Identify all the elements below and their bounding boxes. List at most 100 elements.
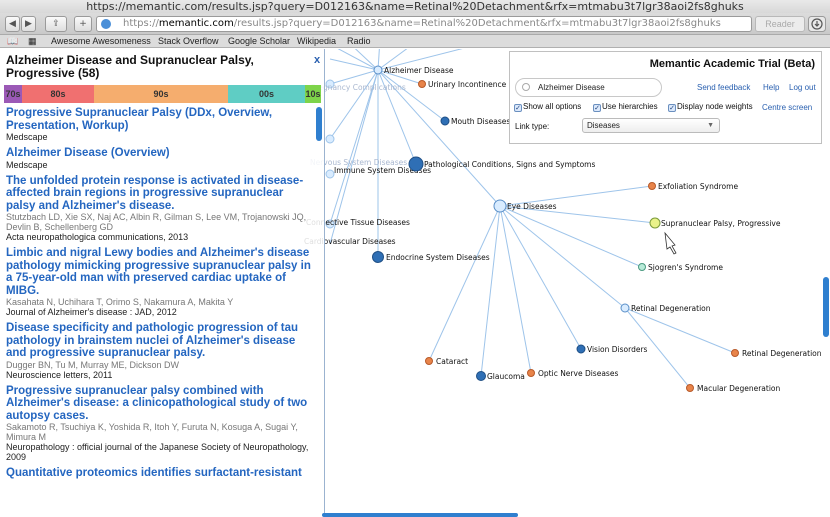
graph-node[interactable]	[372, 251, 384, 263]
page-horizontal-scrollbar[interactable]	[322, 513, 518, 517]
checkbox-label: Show all options	[523, 102, 582, 111]
result-item: Progressive supranuclear palsy combined …	[6, 385, 311, 463]
graph-node-label: Vision Disorders	[587, 345, 648, 354]
result-source: Medscape	[6, 132, 48, 142]
result-item: Quantitative proteomics identifies surfa…	[6, 467, 311, 480]
bookmark-item[interactable]: Awesome Awesomeness	[51, 35, 151, 48]
result-title-link[interactable]: Alzheimer Disease (Overview)	[6, 147, 311, 160]
graph-node[interactable]	[493, 199, 507, 213]
results-panel: Alzheimer Disease and Supranuclear Palsy…	[0, 49, 325, 517]
reading-list-icon[interactable]: 📖	[7, 35, 18, 48]
graph-node-label: Cataract	[436, 357, 468, 366]
graph-node-label: Pathological Conditions, Signs and Sympt…	[424, 160, 595, 169]
result-title-link[interactable]: The unfolded protein response is activat…	[6, 175, 311, 213]
result-title-link[interactable]: Disease specificity and pathologic progr…	[6, 322, 311, 360]
graph-node[interactable]	[408, 156, 424, 172]
result-item: Limbic and nigral Lewy bodies and Alzhei…	[6, 247, 311, 317]
close-icon[interactable]: x	[314, 54, 320, 66]
graph-node[interactable]	[620, 303, 630, 313]
graph-node[interactable]	[731, 349, 739, 357]
graph-node[interactable]	[686, 384, 694, 392]
result-source: Acta neuropathologica communications, 20…	[6, 232, 189, 242]
bookmark-item[interactable]: Radio	[347, 35, 371, 48]
mouse-cursor-icon	[664, 231, 677, 255]
share-icon[interactable]: ⇪	[45, 16, 67, 32]
result-authors: Sakamoto R, Tsuchiya K, Yoshida R, Itoh …	[6, 422, 298, 442]
graph-node-label: Eye Diseases	[507, 202, 557, 211]
graph-node[interactable]	[576, 344, 586, 354]
graph-node[interactable]	[648, 182, 656, 190]
checkmark-icon: ✓	[668, 104, 676, 112]
graph-node[interactable]	[373, 65, 383, 75]
url-path: /results.jsp?query=D012163&name=Retinal%…	[233, 18, 721, 29]
send-feedback-link[interactable]: Send feedback	[697, 83, 750, 92]
page-vertical-scrollbar[interactable]	[823, 277, 829, 337]
graph-node[interactable]	[425, 357, 433, 365]
graph-node-label: Urinary Incontinence	[428, 80, 507, 89]
result-title-link[interactable]: Limbic and nigral Lewy bodies and Alzhei…	[6, 247, 311, 297]
use-hierarchies-checkbox[interactable]: ✓ Use hierarchies	[593, 102, 658, 112]
decade-filter-bar: 70s 80s 90s 00s 10s	[4, 85, 321, 103]
link-type-label: Link type:	[515, 122, 550, 131]
graph-node[interactable]	[527, 369, 535, 377]
results-scrollbar[interactable]	[316, 107, 322, 141]
address-bar[interactable]: https://memantic.com/results.jsp?query=D…	[96, 16, 752, 32]
bookmark-item[interactable]: Stack Overflow	[158, 35, 219, 48]
graph-node-label: Supranuclear Palsy, Progressive	[661, 219, 781, 228]
result-item: Alzheimer Disease (Overview) Medscape	[6, 147, 311, 170]
control-panel: Memantic Academic Trial (Beta) Alzheimer…	[509, 51, 822, 144]
graph-node[interactable]	[418, 80, 426, 88]
results-title: Alzheimer Disease and Supranuclear Palsy…	[6, 53, 254, 80]
graph-node-label: Alzheimer Disease	[384, 66, 454, 75]
graph-node[interactable]	[638, 263, 646, 271]
graph-node[interactable]	[476, 371, 486, 381]
centre-screen-link[interactable]: Centre screen	[762, 103, 812, 112]
bookmark-item[interactable]: Google Scholar	[228, 35, 290, 48]
decade-segment[interactable]: 10s	[305, 85, 321, 103]
graph-node-label: Mouth Diseases	[451, 117, 510, 126]
top-sites-icon[interactable]: ▦	[28, 35, 37, 48]
logout-link[interactable]: Log out	[789, 83, 816, 92]
result-item: Progressive Supranuclear Palsy (DDx, Ove…	[6, 107, 311, 142]
download-icon[interactable]	[808, 16, 826, 32]
back-icon[interactable]: ◀	[5, 16, 20, 32]
graph-node-label: Pregnancy Complications	[311, 83, 406, 92]
bookmarks-bar: 📖 ▦ Awesome Awesomeness Stack Overflow G…	[0, 35, 830, 48]
decade-segment[interactable]: 70s	[4, 85, 22, 103]
result-title-link[interactable]: Quantitative proteomics identifies surfa…	[6, 467, 311, 480]
new-tab-icon[interactable]: +	[74, 16, 92, 32]
page-content: Pregnancy Complications Immune System Di…	[0, 49, 830, 517]
app-title: Memantic Academic Trial (Beta)	[649, 58, 815, 70]
result-title-link[interactable]: Progressive supranuclear palsy combined …	[6, 385, 311, 423]
show-all-options-checkbox[interactable]: ✓ Show all options	[514, 102, 581, 112]
result-source: Medscape	[6, 159, 48, 170]
graph-node-label: Optic Nerve Diseases	[538, 369, 618, 378]
link-type-select[interactable]: Diseases ▼	[582, 118, 720, 133]
graph-node[interactable]	[325, 169, 335, 179]
graph-node-label: Macular Degeneration	[697, 384, 781, 393]
search-input[interactable]: Alzheimer Disease	[515, 78, 662, 97]
decade-segment[interactable]: 80s	[22, 85, 94, 103]
display-node-weights-checkbox[interactable]: ✓ Display node weights	[668, 102, 753, 112]
help-link[interactable]: Help	[763, 83, 779, 92]
forward-icon[interactable]: ▶	[21, 16, 36, 32]
checkmark-icon: ✓	[593, 104, 601, 112]
graph-node-label: Retinal Degeneration	[631, 304, 711, 313]
graph-node[interactable]	[440, 116, 450, 126]
checkbox-label: Display node weights	[677, 102, 753, 111]
chevron-down-icon: ▼	[707, 122, 714, 129]
decade-segment[interactable]: 90s	[94, 85, 228, 103]
result-authors: Kasahata N, Uchihara T, Orimo S, Nakamur…	[6, 297, 234, 307]
result-title-link[interactable]: Progressive Supranuclear Palsy (DDx, Ove…	[6, 107, 311, 132]
graph-node-label: Retinal Degeneration	[742, 349, 822, 358]
graph-node[interactable]	[325, 134, 335, 144]
graph-node[interactable]	[649, 217, 661, 229]
graph-node-label: Glaucoma	[487, 372, 525, 381]
result-item: Disease specificity and pathologic progr…	[6, 322, 311, 380]
search-icon	[522, 83, 530, 91]
window-title: https://memantic.com/results.jsp?query=D…	[0, 0, 830, 13]
reader-button[interactable]: Reader	[755, 16, 805, 32]
bookmark-item[interactable]: Wikipedia	[297, 35, 336, 48]
decade-segment[interactable]: 00s	[228, 85, 305, 103]
search-value: Alzheimer Disease	[538, 83, 605, 92]
